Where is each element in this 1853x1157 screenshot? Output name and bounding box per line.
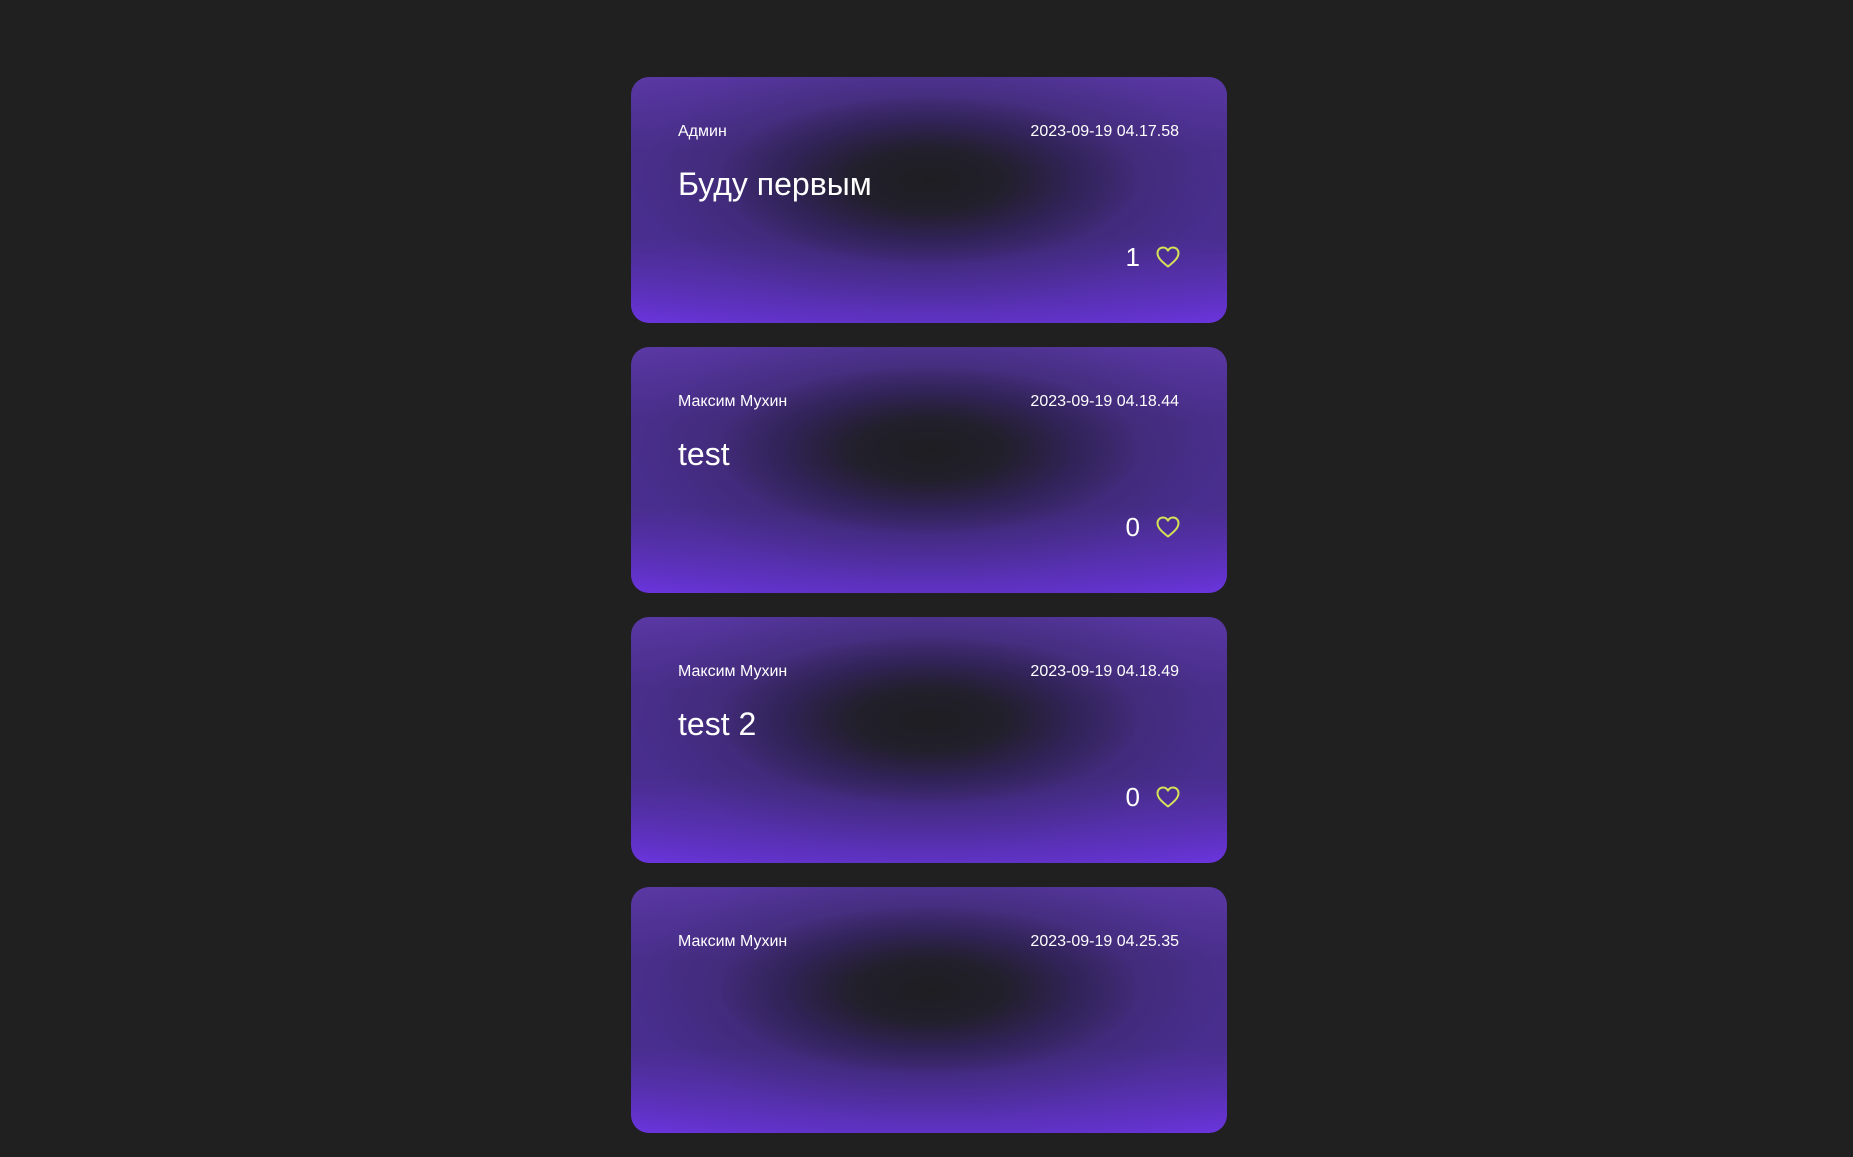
heart-icon bbox=[1156, 516, 1180, 538]
post-meta: Максим Мухин 2023-09-19 04.25.35 bbox=[678, 933, 1179, 951]
post-text: test 2 bbox=[678, 706, 757, 742]
post-meta: Админ 2023-09-19 04.17.58 bbox=[678, 123, 1179, 141]
post-footer: 0 bbox=[1126, 782, 1180, 812]
like-count: 0 bbox=[1125, 782, 1140, 812]
post-card: Максим Мухин 2023-09-19 04.25.35 bbox=[631, 887, 1227, 1133]
like-count: 1 bbox=[1125, 242, 1140, 272]
heart-icon bbox=[1156, 786, 1180, 808]
post-text bbox=[678, 975, 1179, 1013]
post-date: 2023-09-19 04.18.49 bbox=[1030, 663, 1179, 680]
post-card: Максим Мухин 2023-09-19 04.18.49 test 2 … bbox=[631, 617, 1227, 863]
like-button[interactable] bbox=[1156, 246, 1180, 268]
post-card: Админ 2023-09-19 04.17.58 Буду первым 1 bbox=[631, 77, 1227, 323]
post-text: test bbox=[678, 436, 730, 472]
post-feed: Админ 2023-09-19 04.17.58 Буду первым 1 … bbox=[631, 77, 1227, 1157]
post-author[interactable]: Максим Мухин bbox=[678, 933, 787, 951]
post-date: 2023-09-19 04.17.58 bbox=[1030, 123, 1179, 140]
post-author[interactable]: Админ bbox=[678, 123, 727, 141]
post-card: Максим Мухин 2023-09-19 04.18.44 test 0 bbox=[631, 347, 1227, 593]
post-author[interactable]: Максим Мухин bbox=[678, 393, 787, 411]
like-button[interactable] bbox=[1156, 786, 1180, 808]
post-text: Буду первым bbox=[678, 166, 872, 202]
like-button[interactable] bbox=[1156, 516, 1180, 538]
like-count: 0 bbox=[1125, 512, 1140, 542]
heart-icon bbox=[1156, 246, 1180, 268]
post-meta: Максим Мухин 2023-09-19 04.18.44 bbox=[678, 393, 1179, 411]
post-footer: 1 bbox=[1126, 242, 1180, 272]
post-meta: Максим Мухин 2023-09-19 04.18.49 bbox=[678, 663, 1179, 681]
post-date: 2023-09-19 04.25.35 bbox=[1030, 933, 1179, 950]
post-footer: 0 bbox=[1126, 512, 1180, 542]
post-author[interactable]: Максим Мухин bbox=[678, 663, 787, 681]
post-date: 2023-09-19 04.18.44 bbox=[1030, 393, 1179, 410]
